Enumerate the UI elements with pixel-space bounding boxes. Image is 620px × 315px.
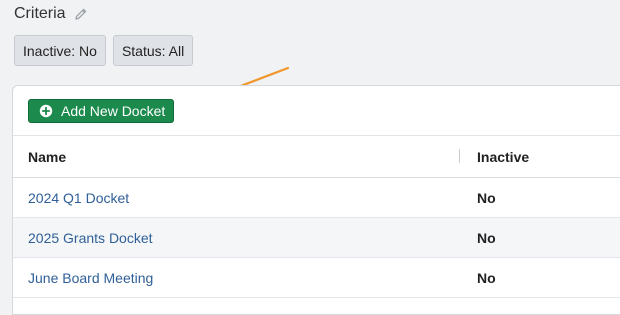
table-row: 2024 Q1 Docket No [13,178,620,218]
table-row: 2025 Grants Docket No [13,218,620,258]
pencil-icon[interactable] [74,7,88,21]
table-row: June Board Meeting No [13,258,620,298]
table-header: Name Inactive [13,136,620,178]
docket-inactive-value: No [477,189,496,206]
filter-pill-inactive[interactable]: Inactive: No [14,35,106,66]
dockets-panel: Add New Docket Name Inactive 2024 Q1 Doc… [12,85,620,315]
column-header-name[interactable]: Name [28,149,66,165]
panel-toolbar: Add New Docket [13,86,620,136]
criteria-title: Criteria [14,5,66,22]
docket-inactive-value: No [477,269,496,286]
docket-name-link[interactable]: 2024 Q1 Docket [28,190,129,206]
add-new-docket-label: Add New Docket [61,102,166,119]
column-header-inactive[interactable]: Inactive [477,149,529,165]
docket-name-link[interactable]: 2025 Grants Docket [28,230,153,246]
plus-circle-icon [39,104,53,118]
column-resize-handle[interactable] [459,149,460,163]
docket-name-link[interactable]: June Board Meeting [28,270,153,286]
docket-inactive-value: No [477,229,496,246]
filter-pills: Inactive: No Status: All [14,35,194,66]
table-body: 2024 Q1 Docket No 2025 Grants Docket No … [13,178,620,298]
filter-pill-status[interactable]: Status: All [112,35,194,66]
criteria-header: Criteria [14,5,88,23]
add-new-docket-button[interactable]: Add New Docket [28,98,175,123]
